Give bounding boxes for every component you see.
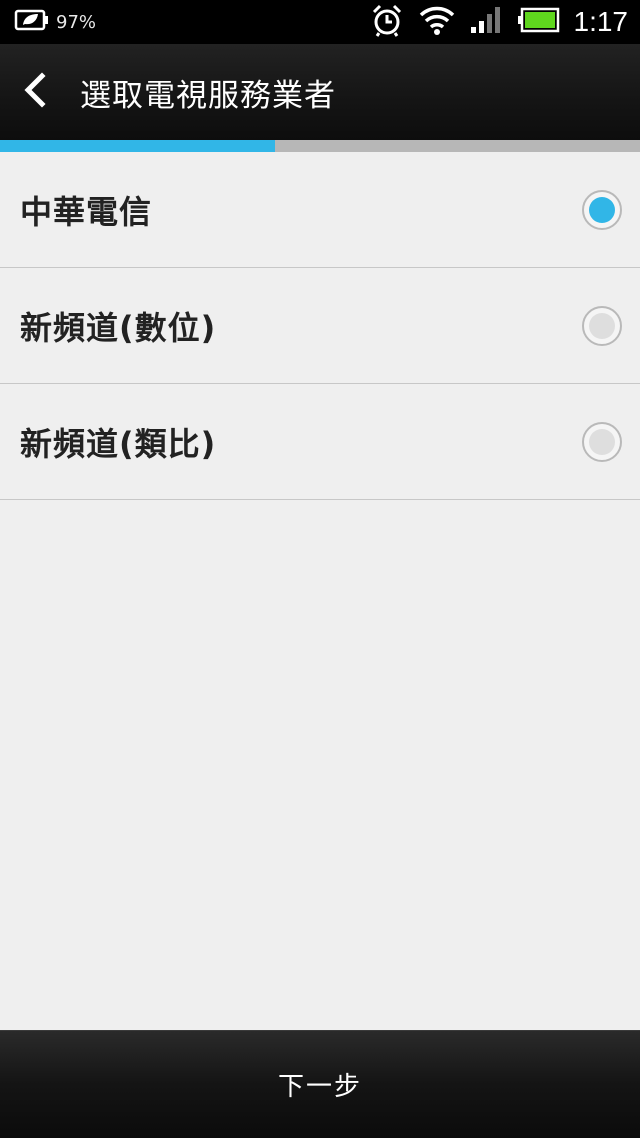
signal-icon [470, 5, 504, 39]
status-bar-right: 1:17 [356, 0, 629, 44]
wifi-icon [418, 4, 456, 40]
radio-button[interactable] [582, 305, 622, 346]
status-bar: 97% 1:17 [0, 0, 640, 44]
title-bar: 選取電視服務業者 [0, 44, 640, 140]
battery-icon [517, 7, 560, 37]
status-bar-left: 97% [14, 0, 96, 44]
radio-button[interactable] [582, 189, 622, 230]
setup-progress-fill [0, 140, 276, 152]
provider-option-newchannel-digital[interactable]: 新頻道(數位) [0, 268, 640, 384]
next-button[interactable]: 下一步 [238, 1056, 402, 1113]
setup-progress-bar [0, 140, 640, 152]
provider-list: 中華電信 新頻道(數位) 新頻道(類比) [0, 152, 640, 500]
screen: 97% 1:17 選取電視服務業者 中華電信 新頻道(數位) 新頻道(類比) 下… [0, 0, 640, 1138]
clock: 1:17 [573, 6, 629, 37]
radio-button[interactable] [582, 421, 622, 462]
page-title: 選取電視服務業者 [80, 77, 336, 114]
provider-option-label: 中華電信 [20, 192, 153, 231]
provider-option-label: 新頻道(數位) [20, 308, 217, 347]
battery-percent: 97% [56, 11, 97, 33]
provider-option-cht[interactable]: 中華電信 [0, 152, 640, 268]
provider-option-newchannel-analog[interactable]: 新頻道(類比) [0, 384, 640, 500]
bottom-action-bar: 下一步 [0, 1030, 640, 1138]
alarm-icon [370, 3, 404, 41]
provider-option-label: 新頻道(類比) [20, 424, 217, 463]
back-button[interactable] [0, 44, 70, 140]
power-saver-icon [14, 7, 50, 37]
chevron-left-icon [22, 72, 48, 112]
